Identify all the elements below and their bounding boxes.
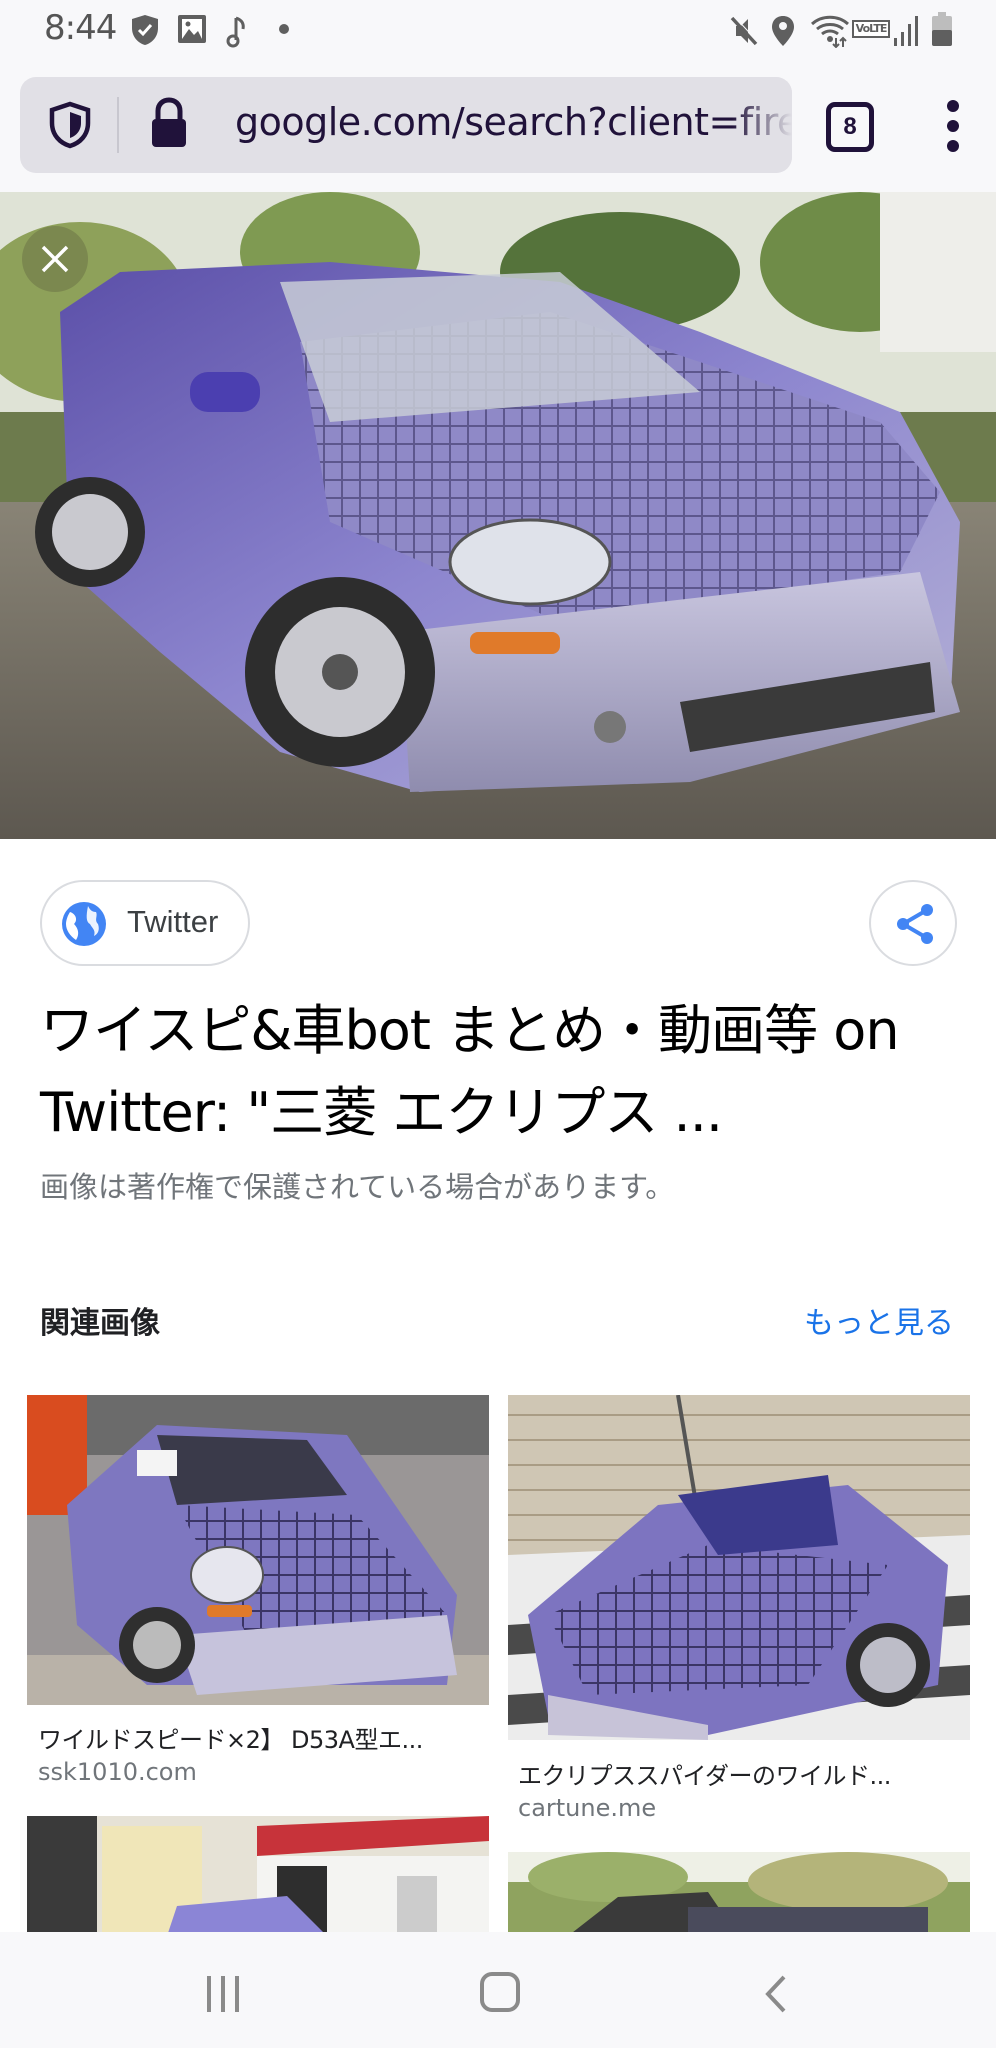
preview-image[interactable] bbox=[0, 192, 996, 839]
menu-dot bbox=[947, 100, 959, 112]
related-images-header: 関連画像 bbox=[40, 1306, 160, 1341]
url-bar[interactable]: google.com/search?client=firefox bbox=[20, 77, 792, 173]
related-image-4[interactable] bbox=[508, 1852, 970, 1936]
browser-toolbar: google.com/search?client=firefox 8 bbox=[0, 62, 996, 192]
url-divider bbox=[117, 97, 119, 153]
related-image-2-domain: cartune.me bbox=[518, 1794, 657, 1822]
close-icon bbox=[41, 245, 69, 273]
home-button[interactable] bbox=[480, 1972, 520, 2012]
tracking-protection-icon[interactable] bbox=[48, 101, 92, 149]
wifi-icon bbox=[810, 15, 850, 48]
source-label: Twitter bbox=[127, 904, 219, 939]
url-fade bbox=[732, 77, 792, 173]
related-image-2[interactable] bbox=[508, 1395, 970, 1740]
volte-icon: VoLTE bbox=[852, 20, 890, 38]
close-preview-button[interactable] bbox=[22, 226, 88, 292]
battery-icon bbox=[932, 12, 952, 46]
status-time: 8:44 bbox=[44, 8, 117, 48]
share-button[interactable] bbox=[869, 880, 957, 966]
status-bar: 8:44 VoLTE bbox=[0, 0, 996, 62]
car-thumbnail bbox=[508, 1395, 970, 1740]
lock-icon[interactable] bbox=[148, 97, 190, 149]
source-chip[interactable]: Twitter bbox=[40, 880, 250, 966]
tabs-counter-button[interactable]: 8 bbox=[826, 102, 874, 152]
back-button[interactable] bbox=[762, 1974, 790, 2014]
see-more-link[interactable]: もっと見る bbox=[804, 1298, 954, 1342]
shield-check-icon bbox=[132, 15, 158, 45]
notification-dot bbox=[279, 24, 289, 34]
url-text[interactable]: google.com/search?client=firefox bbox=[235, 100, 792, 144]
signal-icon bbox=[894, 16, 918, 46]
result-title[interactable]: ワイスピ&車bot まとめ・動画等 on Twitter: "三菱 エクリプス … bbox=[40, 990, 960, 1154]
globe-icon bbox=[62, 902, 106, 946]
location-icon bbox=[772, 16, 794, 46]
share-icon bbox=[897, 904, 933, 944]
car-thumbnail bbox=[27, 1395, 489, 1705]
related-image-1-domain: ssk1010.com bbox=[38, 1758, 197, 1786]
recent-apps-button[interactable] bbox=[205, 1974, 241, 2014]
related-image-2-title[interactable]: エクリプススパイダーのワイルド... bbox=[518, 1756, 891, 1791]
related-image-1[interactable] bbox=[27, 1395, 489, 1705]
menu-dot bbox=[947, 140, 959, 152]
car-photo bbox=[0, 192, 996, 839]
mute-icon bbox=[730, 15, 759, 46]
overflow-menu-button[interactable] bbox=[938, 96, 968, 156]
gallery-icon bbox=[178, 15, 206, 43]
car-thumbnail bbox=[508, 1852, 970, 1936]
music-note-icon bbox=[226, 16, 245, 48]
system-nav-bar bbox=[0, 1932, 996, 2048]
related-image-1-title[interactable]: ワイルドスピード×2】 D53A型エ... bbox=[38, 1720, 423, 1755]
related-image-3[interactable] bbox=[27, 1816, 489, 1936]
copyright-note: 画像は著作権で保護されている場合があります。 bbox=[40, 1170, 675, 1204]
car-thumbnail bbox=[27, 1816, 489, 1936]
menu-dot bbox=[947, 120, 959, 132]
